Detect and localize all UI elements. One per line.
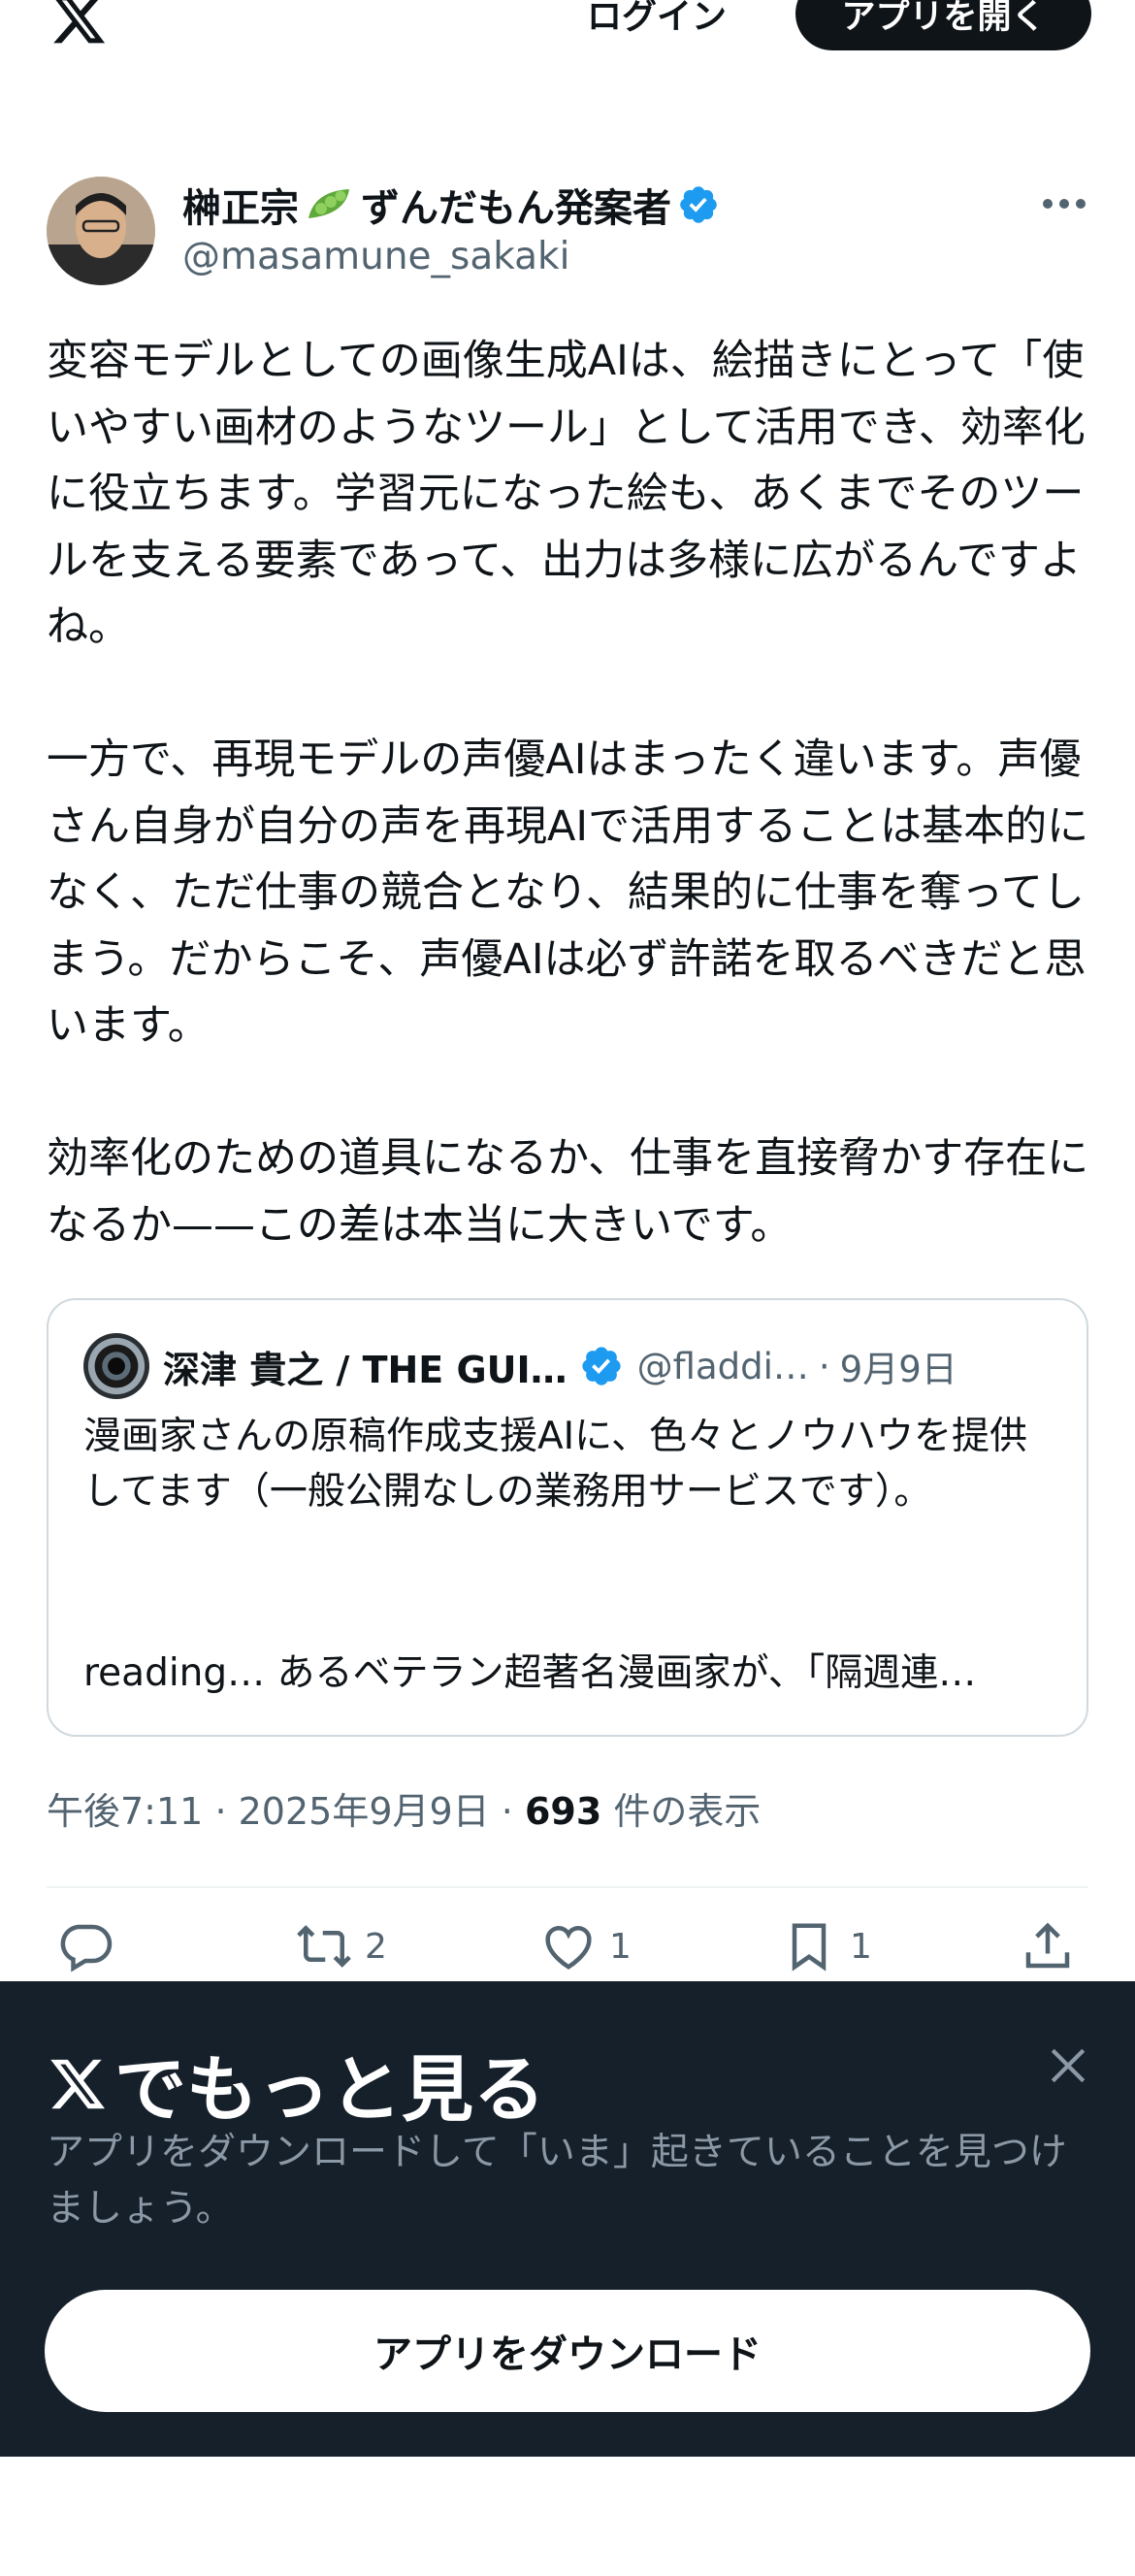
- meta-separator: ·: [501, 1790, 525, 1833]
- tweet-text: 変容モデルとしての画像生成AIは、絵描きにとって「使いやすい画材のようなツール」…: [47, 337, 1089, 1250]
- heart-icon: [545, 1926, 592, 1970]
- quote-avatar: [83, 1333, 149, 1399]
- quote-text: 漫画家さんの原稿作成支援AIに、色々とノウハウを提供してます（一般公開なしの業務…: [83, 1415, 1028, 1514]
- like-count: 1: [609, 1926, 632, 1967]
- more-icon[interactable]: [1040, 194, 1088, 213]
- divider: [47, 1886, 1088, 1888]
- login-link[interactable]: ログイン: [587, 0, 727, 39]
- verified-badge-icon: [680, 186, 717, 223]
- share-button[interactable]: [1019, 1917, 1077, 1975]
- author-handle[interactable]: @masamune_sakaki: [182, 235, 569, 278]
- quote-text-continued: reading… あるベテラン超著名漫画家が、「隔週連…: [83, 1651, 977, 1695]
- banner-title-text: でもっと見る: [114, 2048, 545, 2132]
- quote-date: 9月9日: [839, 1349, 957, 1390]
- author-name: 榊正宗: [182, 186, 299, 231]
- retweet-icon: [297, 1925, 351, 1968]
- open-app-button[interactable]: アプリを開く: [795, 0, 1091, 50]
- bookmark-count: 1: [850, 1926, 872, 1967]
- retweet-button[interactable]: 2: [295, 1917, 387, 1975]
- views-count: 693: [524, 1790, 602, 1833]
- author-name-row[interactable]: 榊正宗 ずんだもん発案者: [182, 177, 720, 233]
- like-button[interactable]: 1: [539, 1917, 632, 1975]
- app-download-banner: でもっと見る アプリをダウンロードして「いま」起きていることを見つけましょう。 …: [0, 1981, 1135, 2457]
- quote-separator: ·: [818, 1345, 830, 1387]
- author-name-suffix: ずんだもん発案者: [361, 186, 671, 231]
- x-logo-icon[interactable]: [47, 0, 111, 49]
- avatar[interactable]: [47, 177, 155, 285]
- quote-handle: @fladdi…: [636, 1345, 809, 1387]
- tweet-date[interactable]: 2025年9月9日: [239, 1790, 490, 1833]
- tweet-meta: 午後7:11 · 2025年9月9日 · 693 件の表示: [47, 1781, 761, 1835]
- x-logo-icon: [50, 2059, 105, 2108]
- banner-title: でもっと見る: [47, 2032, 545, 2136]
- download-app-button[interactable]: アプリをダウンロード: [45, 2290, 1090, 2412]
- bookmark-icon: [792, 1923, 827, 1972]
- quote-verified-badge-icon: [582, 1347, 621, 1386]
- top-bar: ログイン アプリを開く: [0, 0, 1135, 52]
- tweet-time[interactable]: 午後7:11: [47, 1790, 203, 1833]
- reply-icon: [60, 1924, 113, 1973]
- quoted-tweet[interactable]: 深津 貴之 / THE GUI… @fladdi… · 9月9日 漫画家さんの原…: [47, 1298, 1088, 1737]
- tweet-actions: 2 1 1: [47, 1917, 1088, 1975]
- meta-separator: ·: [214, 1790, 239, 1833]
- retweet-count: 2: [365, 1926, 387, 1967]
- tweet-author: 榊正宗 ずんだもん発案者 @masamune_sakaki: [47, 175, 1088, 291]
- views-label: 件の表示: [613, 1790, 762, 1833]
- bookmark-button[interactable]: 1: [780, 1917, 872, 1975]
- edamame-icon: [308, 189, 349, 218]
- quote-author-name: 深津 貴之 / THE GUI…: [163, 1348, 568, 1391]
- share-icon: [1025, 1922, 1070, 1969]
- quote-header: 深津 貴之 / THE GUI… @fladdi… · 9月9日: [163, 1333, 1075, 1399]
- banner-subtitle: アプリをダウンロードして「いま」起きていることを見つけましょう。: [47, 2131, 1067, 2231]
- reply-button[interactable]: [56, 1917, 114, 1975]
- close-icon[interactable]: [1048, 2045, 1088, 2086]
